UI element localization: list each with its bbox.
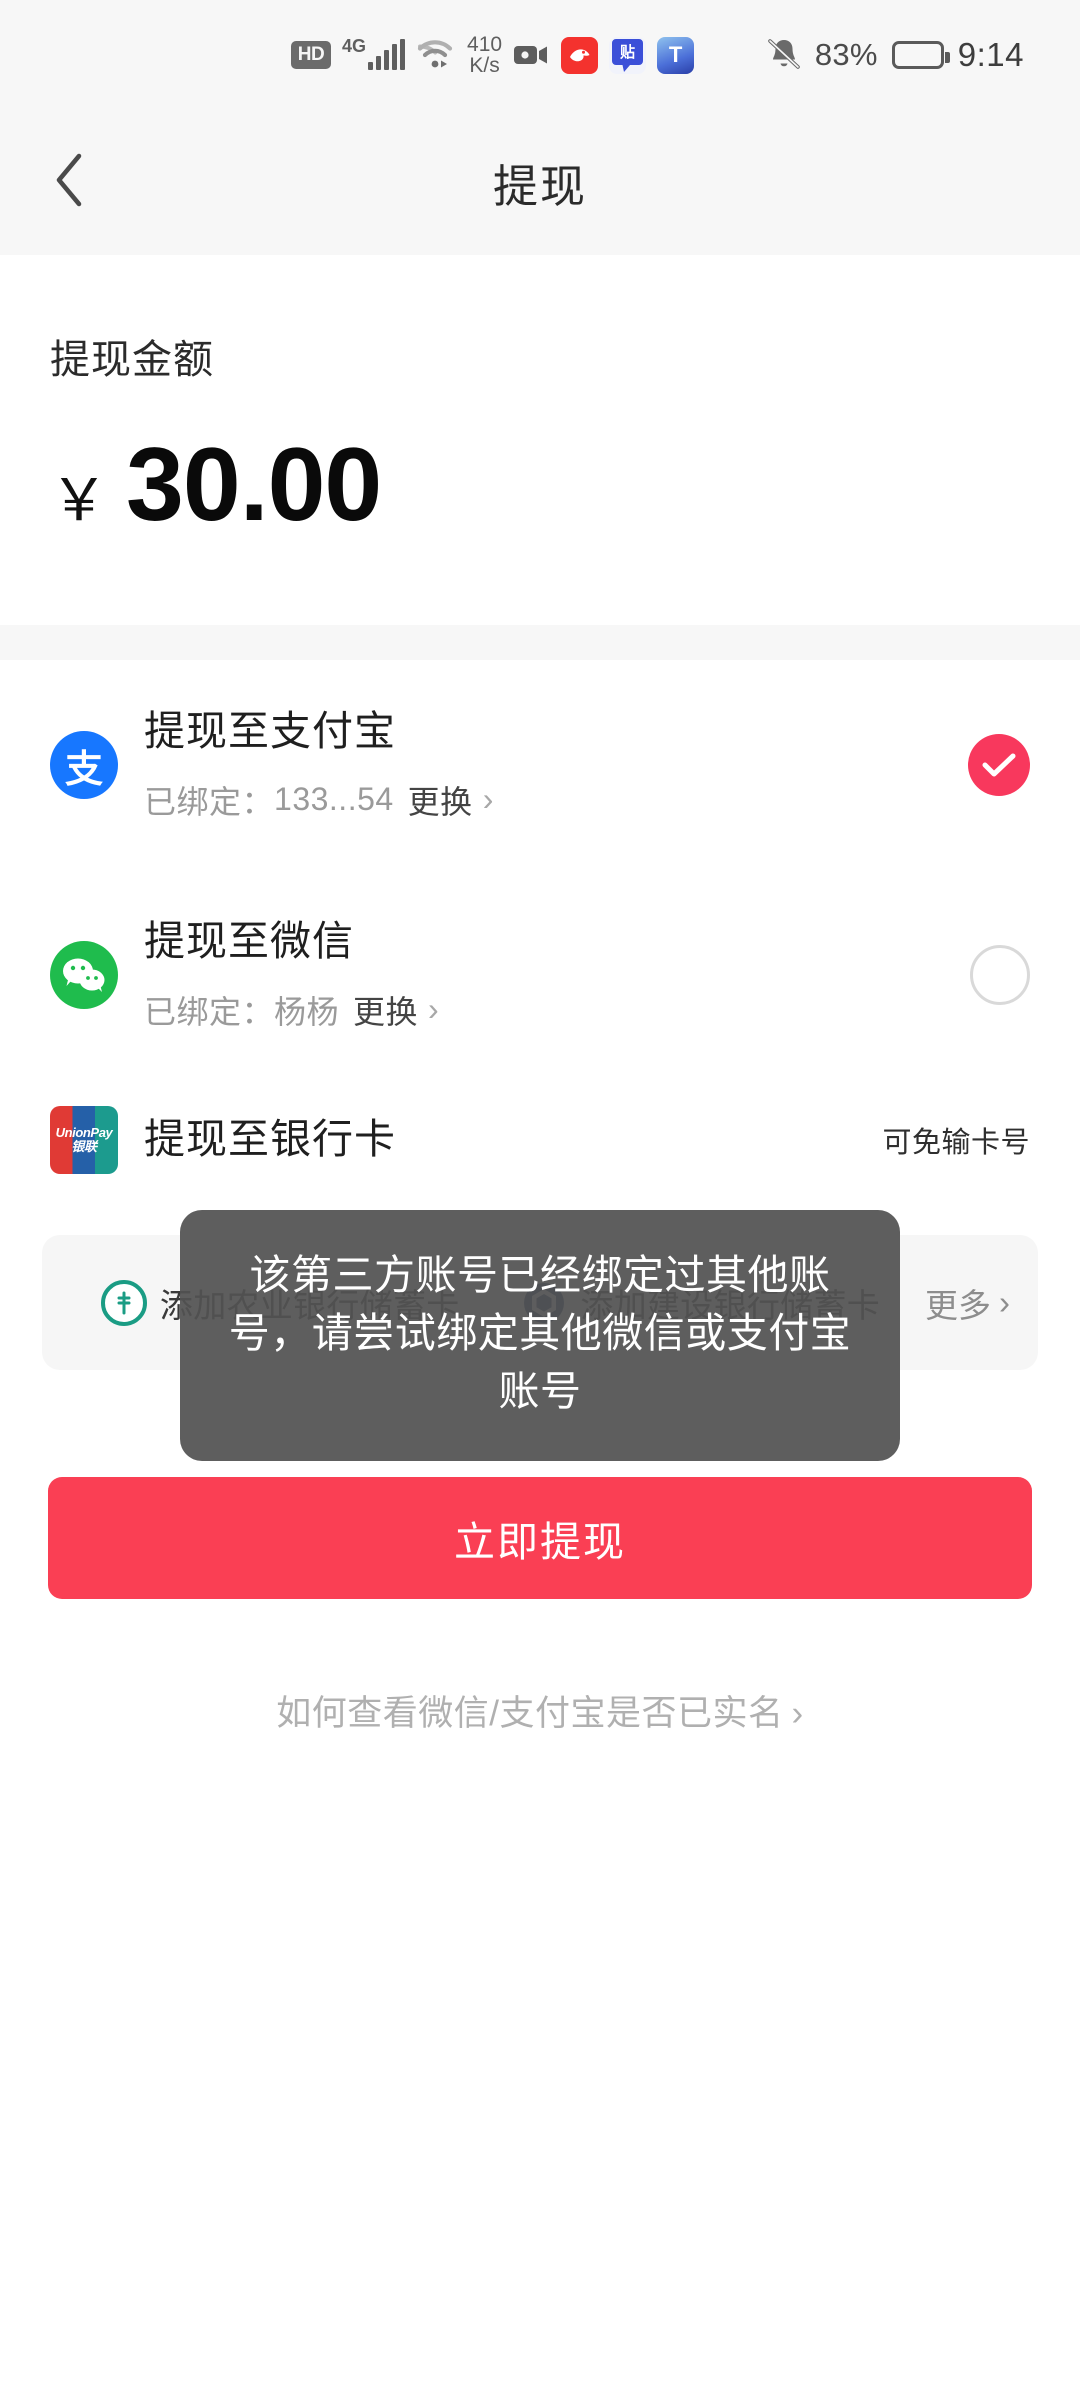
bound-value-alipay: 133...54: [274, 781, 394, 818]
help-realname-link[interactable]: 如何查看微信/支付宝是否已实名 ›: [0, 1685, 1080, 1736]
currency-symbol: ￥: [50, 468, 109, 533]
channel-select-alipay[interactable]: [968, 734, 1030, 796]
change-link-alipay[interactable]: 更换: [408, 777, 473, 823]
help-realname-label: 如何查看微信/支付宝是否已实名: [276, 1694, 784, 1733]
video-recorder-icon: [513, 37, 550, 74]
chevron-right-icon: ›: [428, 991, 440, 1028]
channel-select-wechat[interactable]: [970, 945, 1030, 1005]
channel-title-wechat: 提现至微信: [144, 918, 354, 965]
svg-text:贴: 贴: [620, 43, 635, 61]
radio-unselected-icon[interactable]: [970, 945, 1030, 1005]
channel-row-wechat[interactable]: 提现至微信 已绑定： 杨杨 更换 ›: [0, 870, 1080, 1080]
bank-more-button[interactable]: 更多 ›: [911, 1279, 1010, 1327]
wechat-icon: [50, 941, 118, 1009]
withdraw-now-button[interactable]: 立即提现: [48, 1477, 1032, 1599]
change-link-wechat[interactable]: 更换: [353, 987, 418, 1033]
cellular-signal-icon: 4G: [342, 36, 406, 70]
hd-icon: HD: [291, 41, 331, 69]
network-speed-value: 410: [467, 32, 503, 56]
unionpay-logo-text: UnionPay 银联: [56, 1126, 113, 1153]
amount-label: 提现金额: [50, 338, 214, 382]
bell-muted-icon: [767, 37, 801, 73]
red-app-icon: [561, 36, 599, 74]
chevron-left-icon: [54, 152, 86, 213]
network-speed-unit: K/s: [469, 54, 500, 77]
section-divider: [0, 625, 1080, 660]
amount-value: 30.00: [126, 427, 382, 543]
channel-text-alipay: 提现至支付宝 已绑定： 133...54 更换 ›: [144, 707, 968, 822]
bound-prefix-wechat: 已绑定：: [144, 993, 275, 1030]
bound-value-wechat: 杨杨: [274, 993, 340, 1030]
channel-text-bankcard: 提现至银行卡: [144, 1115, 882, 1164]
chevron-right-icon: ›: [791, 1694, 804, 1733]
alipay-icon: 支: [50, 731, 118, 799]
toast-message: 该第三方账号已经绑定过其他账号，请尝试绑定其他微信或支付宝账号: [180, 1210, 900, 1461]
channel-binding-alipay: 已绑定： 133...54 更换 ›: [144, 777, 968, 823]
alipay-glyph: 支: [64, 748, 103, 791]
chevron-right-icon: ›: [482, 781, 494, 818]
tie-app-icon: 贴: [609, 36, 647, 74]
channel-row-alipay[interactable]: 支 提现至支付宝 已绑定： 133...54 更换 ›: [0, 660, 1080, 870]
network-speed-indicator: 410 K/s: [467, 32, 503, 77]
back-button[interactable]: [30, 143, 110, 223]
withdraw-screen: HD 4G 410 K/s 贴 T 83% 9:14 提现 提现金额 ￥ 30.…: [0, 0, 1080, 2400]
withdraw-amount-section: 提现金额 ￥ 30.00: [0, 255, 1080, 625]
radio-selected-icon[interactable]: [968, 734, 1030, 796]
battery-icon: [891, 41, 950, 69]
clock: 9:14: [957, 36, 1024, 73]
status-bar-left: HD 4G 410 K/s 贴 T: [291, 32, 695, 77]
t-app-icon: T: [657, 36, 695, 74]
amount-row: ￥ 30.00: [50, 433, 1030, 537]
unionpay-icon: UnionPay 银联: [50, 1106, 118, 1174]
channel-title-alipay: 提现至支付宝: [144, 708, 396, 755]
status-bar-right: 83% 9:14: [767, 36, 1024, 74]
battery-percentage: 83%: [814, 37, 878, 72]
status-bar: HD 4G 410 K/s 贴 T 83% 9:14: [0, 0, 1080, 110]
network-type-label: 4G: [342, 36, 367, 56]
wifi-icon: [416, 40, 454, 70]
page-title: 提现: [492, 161, 587, 212]
nav-bar: 提现: [0, 110, 1080, 255]
channel-binding-wechat: 已绑定： 杨杨 更换 ›: [144, 987, 970, 1033]
channel-text-wechat: 提现至微信 已绑定： 杨杨 更换 ›: [144, 917, 970, 1032]
bound-prefix-alipay: 已绑定：: [144, 783, 275, 820]
withdraw-channel-list: 支 提现至支付宝 已绑定： 133...54 更换 › 提现至微信 已绑定： 杨…: [0, 660, 1080, 1200]
signal-bars-icon: [368, 39, 406, 70]
unionpay-text-bottom: 银联: [71, 1139, 97, 1154]
channel-row-bankcard[interactable]: UnionPay 银联 提现至银行卡 可免输卡号: [0, 1080, 1080, 1200]
channel-title-bankcard: 提现至银行卡: [144, 1116, 396, 1163]
chevron-right-icon: ›: [999, 1283, 1010, 1321]
free-card-number-note: 可免输卡号: [882, 1127, 1030, 1159]
bankcard-note-wrap: 可免输卡号: [882, 1119, 1030, 1161]
abc-bank-logo-icon: [100, 1279, 147, 1326]
bank-more-label: 更多: [925, 1286, 991, 1324]
